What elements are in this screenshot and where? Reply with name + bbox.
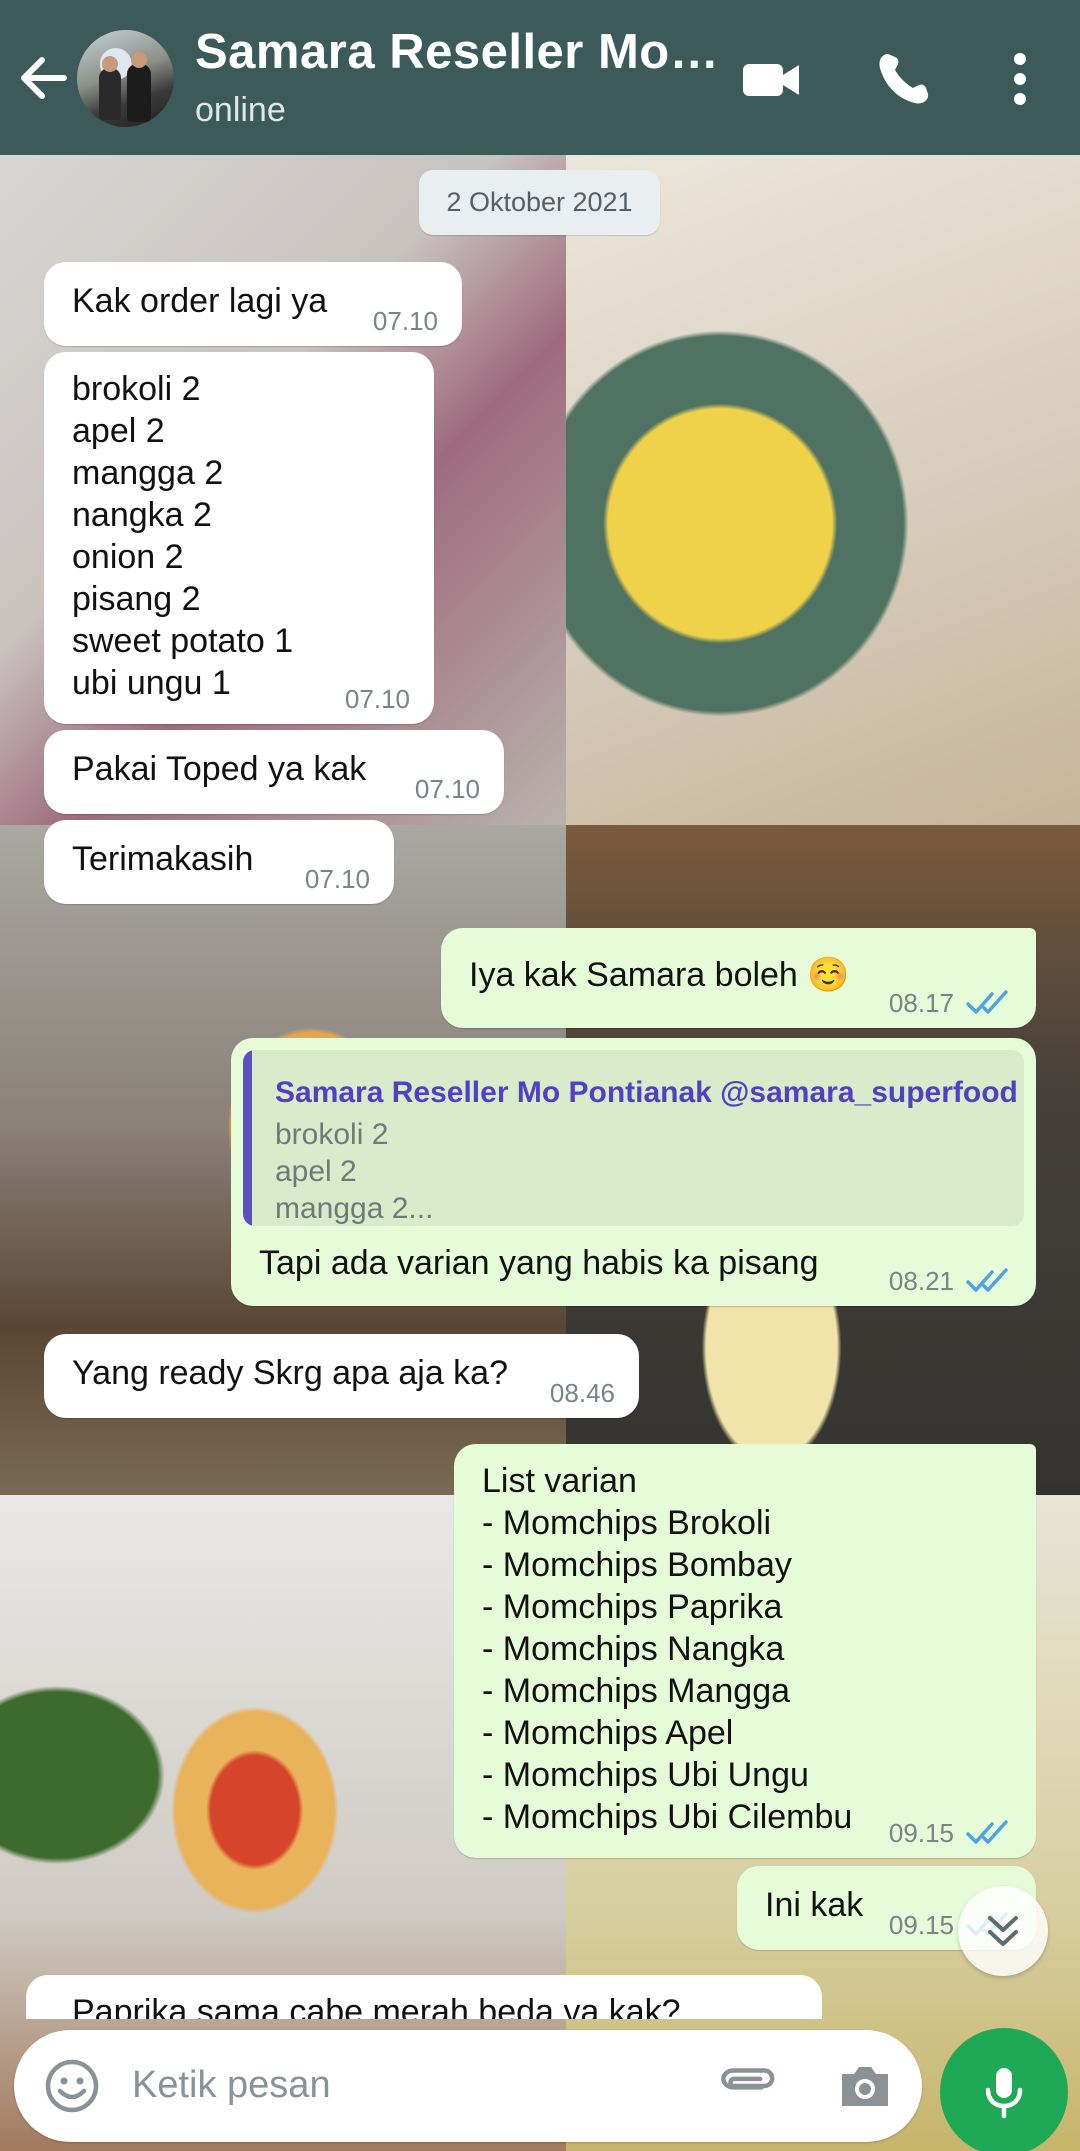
message-input[interactable]: Ketik pesan <box>132 2064 331 2107</box>
message-time: 07.10 <box>304 864 370 894</box>
scroll-to-bottom-button[interactable] <box>958 1886 1048 1976</box>
incoming-message[interactable]: Yang ready Skrg apa aja ka? 08.46 <box>44 1334 639 1418</box>
message-text: Yang ready Skrg apa aja ka? <box>72 1354 508 1392</box>
read-receipt-icon <box>966 1820 1008 1844</box>
message-time: 09.15 <box>888 1910 954 1940</box>
message-time: 07.10 <box>372 306 438 336</box>
message-text: brokoli 2 apel 2 mangga 2 nangka 2 onion… <box>72 370 294 702</box>
message-text: Paprika sama cabe merah beda ya kak? <box>72 1993 681 2019</box>
read-receipt-icon <box>966 990 1008 1014</box>
message-text: Pakai Toped ya kak <box>72 750 367 788</box>
message-text: Terimakasih <box>72 840 254 878</box>
quoted-message[interactable]: Samara Reseller Mo Pontianak @samara_sup… <box>243 1050 1024 1226</box>
incoming-message[interactable]: Pakai Toped ya kak 07.10 <box>44 730 504 814</box>
read-receipt-icon <box>966 1268 1008 1292</box>
incoming-message[interactable]: Paprika sama cabe merah beda ya kak? <box>26 1975 822 2019</box>
mic-icon <box>985 2068 1023 2119</box>
voice-message-button[interactable] <box>940 2028 1068 2151</box>
message-text: Iya kak Samara boleh ☺️ <box>469 956 850 994</box>
avatar[interactable] <box>77 30 174 127</box>
attach-icon[interactable] <box>714 2054 778 2118</box>
more-options-icon[interactable] <box>985 44 1055 114</box>
message-time: 08.21 <box>888 1266 954 1296</box>
contact-status: online <box>195 91 286 129</box>
quoted-text: brokoli 2 apel 2 mangga 2... <box>275 1118 434 1225</box>
message-text: Kak order lagi ya <box>72 282 328 320</box>
back-arrow-icon[interactable] <box>14 48 74 108</box>
emoji-icon[interactable] <box>42 2056 102 2116</box>
outgoing-reply-message[interactable]: Samara Reseller Mo Pontianak @samara_sup… <box>231 1038 1036 1306</box>
camera-icon[interactable] <box>834 2056 896 2118</box>
date-separator: 2 Oktober 2021 <box>419 170 660 235</box>
video-call-icon[interactable] <box>737 44 807 114</box>
incoming-message[interactable]: Kak order lagi ya 07.10 <box>44 262 462 346</box>
message-composer[interactable]: Ketik pesan <box>14 2030 922 2142</box>
message-text: List varian - Momchips Brokoli - Momchip… <box>482 1462 853 1836</box>
incoming-message[interactable]: Terimakasih 07.10 <box>44 820 394 904</box>
message-time: 09.15 <box>888 1818 954 1848</box>
message-text: Tapi ada varian yang habis ka pisang <box>259 1244 819 1282</box>
message-time: 08.17 <box>888 988 954 1018</box>
quoted-author: Samara Reseller Mo Pontianak @samara_sup… <box>275 1076 1018 1109</box>
chat-header: Samara Reseller Mo… online <box>0 0 1080 155</box>
phone-icon[interactable] <box>868 44 938 114</box>
message-time: 07.10 <box>414 774 480 804</box>
message-text: Ini kak <box>765 1886 864 1924</box>
message-time: 08.46 <box>549 1378 615 1408</box>
double-chevron-down-icon <box>988 1916 1018 1946</box>
outgoing-message[interactable]: Iya kak Samara boleh ☺️ 08.17 <box>441 928 1036 1028</box>
incoming-message[interactable]: brokoli 2 apel 2 mangga 2 nangka 2 onion… <box>44 352 434 724</box>
outgoing-message[interactable]: List varian - Momchips Brokoli - Momchip… <box>454 1444 1036 1858</box>
contact-name[interactable]: Samara Reseller Mo… <box>195 24 719 80</box>
message-time: 07.10 <box>344 684 410 714</box>
